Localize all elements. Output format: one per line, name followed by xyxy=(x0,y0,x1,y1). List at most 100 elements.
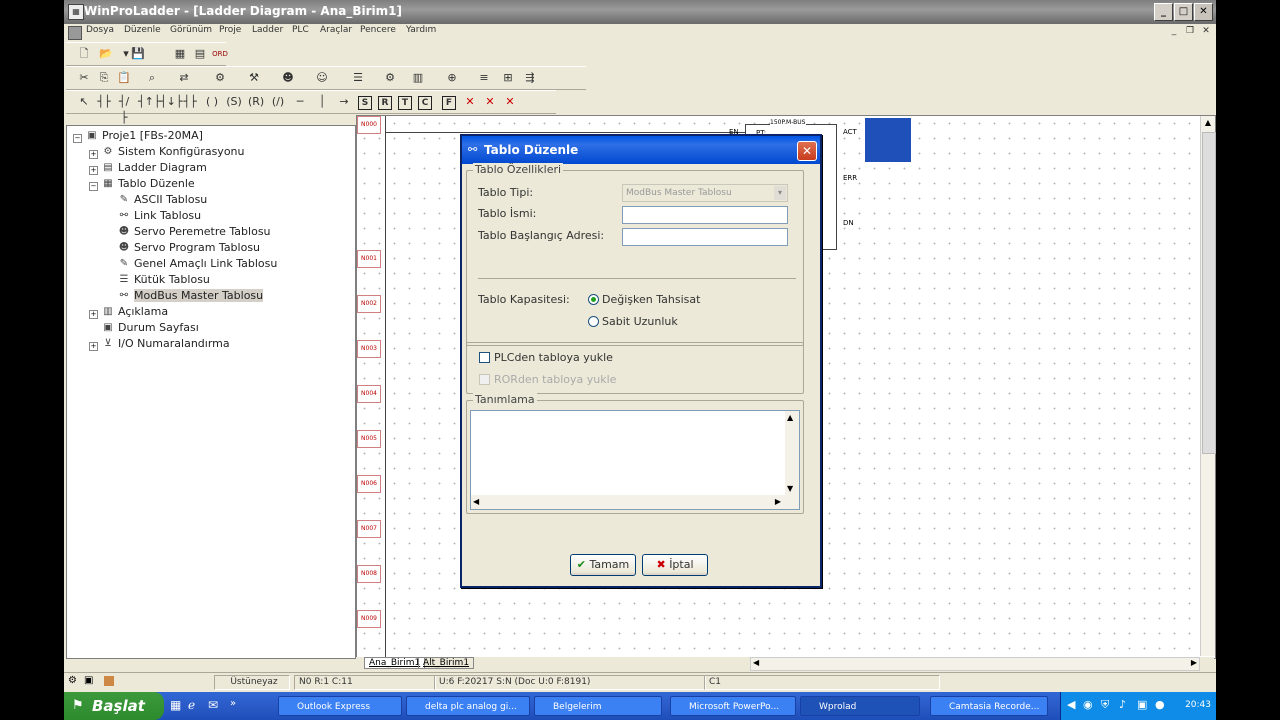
paste-icon[interactable]: 📋 xyxy=(116,70,132,86)
coil-reset-icon[interactable]: (R) xyxy=(248,94,264,110)
table-view-icon[interactable]: ▤ xyxy=(192,46,208,62)
tree-item-ladder[interactable]: ▤ Ladder Diagram xyxy=(101,160,207,176)
mdi-close-button[interactable]: ✕ xyxy=(1200,26,1212,37)
tree-item-durum[interactable]: ▣ Durum Sayfası xyxy=(101,320,199,336)
tray-recorder-icon[interactable]: ● xyxy=(1155,698,1165,711)
cut-icon[interactable]: ✂ xyxy=(76,70,92,86)
rung-label[interactable]: N002 xyxy=(357,295,381,313)
coil-icon[interactable]: ( ) xyxy=(204,94,220,110)
expand-io-icon[interactable]: + xyxy=(89,342,98,351)
tray-security-icon[interactable]: ⛨ xyxy=(1101,698,1109,712)
new-file-icon[interactable]: 🗋 xyxy=(76,46,92,62)
grid-icon[interactable]: ⊞ xyxy=(500,70,516,86)
table-type-select[interactable]: ModBus Master Tablosu ▾ xyxy=(622,184,788,202)
tray-volume-icon[interactable]: ♪ xyxy=(1119,698,1126,711)
chart-icon[interactable]: ▥ xyxy=(410,70,426,86)
tree-item-modbus[interactable]: ⚯ ModBus Master Tablosu xyxy=(117,288,264,304)
c-box-icon[interactable]: C xyxy=(418,96,432,110)
tree-item-servo-param[interactable]: ☻ Servo Peremetre Tablosu xyxy=(117,224,271,240)
desc-horizontal-scrollbar[interactable]: ◀ ▶ xyxy=(471,495,799,509)
open-folder-icon[interactable]: 📂 xyxy=(98,46,114,62)
close-button[interactable]: ✕ xyxy=(1194,3,1213,21)
ladder-vertical-scrollbar[interactable]: ▲ xyxy=(1200,116,1216,656)
desc-vertical-scrollbar[interactable]: ▲ ▼ xyxy=(785,411,799,495)
rung-label[interactable]: N001 xyxy=(357,250,381,268)
mdi-minimize-button[interactable]: _ xyxy=(1168,26,1180,37)
maximize-button[interactable]: □ xyxy=(1174,3,1193,21)
description-textarea[interactable]: ▲ ▼ ◀ ▶ xyxy=(470,410,800,510)
expand-sistem-icon[interactable]: + xyxy=(89,150,98,159)
link-icon[interactable]: ⇶ xyxy=(522,70,538,86)
menu-yardim[interactable]: Yardım xyxy=(406,25,436,35)
task-powerpoint[interactable]: Microsoft PowerPo... xyxy=(670,696,796,716)
task-delta[interactable]: delta plc analog gi... xyxy=(406,696,530,716)
menu-ladder[interactable]: Ladder xyxy=(252,25,283,35)
contact-rising-icon[interactable]: ┤↑├ xyxy=(138,94,160,110)
scroll-thumb[interactable] xyxy=(1202,132,1216,454)
menu-gorunum[interactable]: Görünüm xyxy=(170,25,212,35)
rung-label[interactable]: N008 xyxy=(357,565,381,583)
rung-label[interactable]: N006 xyxy=(357,475,381,493)
user-icon[interactable]: ☻ xyxy=(280,70,296,86)
horizontal-scrollbar[interactable]: ◀ ▶ xyxy=(750,657,1200,671)
contact-or-icon[interactable]: ┤├ xyxy=(182,94,198,110)
fixed-length-radio[interactable] xyxy=(588,316,599,327)
contact-falling-icon[interactable]: ┤↓├ xyxy=(160,94,182,110)
tree-item-kutuk[interactable]: ☰ Kütük Tablosu xyxy=(117,272,210,288)
save-icon[interactable]: 💾 xyxy=(130,46,146,62)
monitor-icon[interactable]: ⚙ xyxy=(212,70,228,86)
load-from-plc-checkbox[interactable] xyxy=(479,352,490,363)
tab-alt-birim1[interactable]: Alt_Birim1 xyxy=(418,657,475,669)
s-box-icon[interactable]: S xyxy=(358,96,372,110)
scroll-up-icon[interactable]: ▲ xyxy=(1202,118,1214,130)
contact-no-icon[interactable]: ┤├ xyxy=(96,94,112,110)
doc-icon[interactable] xyxy=(68,26,82,40)
rung-label[interactable]: N000 xyxy=(357,116,381,134)
expand-root-icon[interactable]: − xyxy=(73,134,82,143)
ord-and-icon[interactable]: ORD xyxy=(212,46,228,62)
mdi-restore-button[interactable]: ❐ xyxy=(1184,26,1196,37)
menu-pencere[interactable]: Pencere xyxy=(360,25,396,35)
scroll-right-icon[interactable]: ▶ xyxy=(1191,658,1197,667)
grid-view-icon[interactable]: ▦ xyxy=(172,46,188,62)
task-belgelerim[interactable]: Belgelerim xyxy=(534,696,662,716)
expand-ladder-icon[interactable]: + xyxy=(89,166,98,175)
scroll-right-icon[interactable]: ▶ xyxy=(775,497,781,506)
align-icon[interactable]: ≡ xyxy=(476,70,492,86)
scroll-left-icon[interactable]: ◀ xyxy=(753,658,759,667)
f-box-icon[interactable]: F xyxy=(442,96,456,110)
compile-icon[interactable]: ⚒ xyxy=(246,70,262,86)
tree-item-io[interactable]: ⊻ I/O Numaralandırma xyxy=(101,336,229,352)
tray-app-icon[interactable]: ▣ xyxy=(1137,698,1147,711)
tree-root[interactable]: ▣ Proje1 [FBs-20MA] xyxy=(85,128,203,144)
tray-arrow-icon[interactable]: ◀ xyxy=(1067,698,1075,711)
menu-proje[interactable]: Proje xyxy=(219,25,241,35)
coil-neg-icon[interactable]: (/) xyxy=(270,94,286,110)
coil-set-icon[interactable]: (S) xyxy=(226,94,242,110)
tray-network-icon[interactable]: ◉ xyxy=(1083,698,1093,711)
dialog-title-bar[interactable]: ⚯ Tablo Düzenle ✕ xyxy=(462,136,820,164)
pointer-icon[interactable]: ↖ xyxy=(76,94,92,110)
vertical-line-icon[interactable]: │ xyxy=(314,94,330,110)
expand-aciklama-icon[interactable]: + xyxy=(89,310,98,319)
table-address-input[interactable] xyxy=(622,228,788,246)
rung-label[interactable]: N004 xyxy=(357,385,381,403)
horizontal-line-icon[interactable]: ─ xyxy=(292,94,308,110)
selection-cursor[interactable] xyxy=(865,118,911,162)
t-box-icon[interactable]: T xyxy=(398,96,412,110)
task-camtasia[interactable]: Camtasia Recorde... xyxy=(930,696,1048,716)
arrow-right-icon[interactable]: → xyxy=(336,94,352,110)
contact-nc-icon[interactable]: ┤/├ xyxy=(116,94,132,124)
ie-icon[interactable]: ℯ xyxy=(188,698,195,712)
quicklaunch-icon[interactable]: ✉ xyxy=(208,698,218,712)
scroll-left-icon[interactable]: ◀ xyxy=(473,497,479,506)
task-wprolad[interactable]: Wprolad xyxy=(800,696,920,716)
network-icon[interactable]: ⚙ xyxy=(382,70,398,86)
title-bar[interactable]: ▦ WinProLadder - [Ladder Diagram - Ana_B… xyxy=(64,0,1216,24)
rung-label[interactable]: N007 xyxy=(357,520,381,538)
find-icon[interactable]: ⌕ xyxy=(144,70,160,86)
task-outlook[interactable]: Outlook Express xyxy=(278,696,402,716)
show-desktop-icon[interactable]: ▦ xyxy=(170,698,181,712)
tree-item-genel-link[interactable]: ✎ Genel Amaçlı Link Tablosu xyxy=(117,256,278,272)
scroll-up-icon[interactable]: ▲ xyxy=(787,413,793,422)
